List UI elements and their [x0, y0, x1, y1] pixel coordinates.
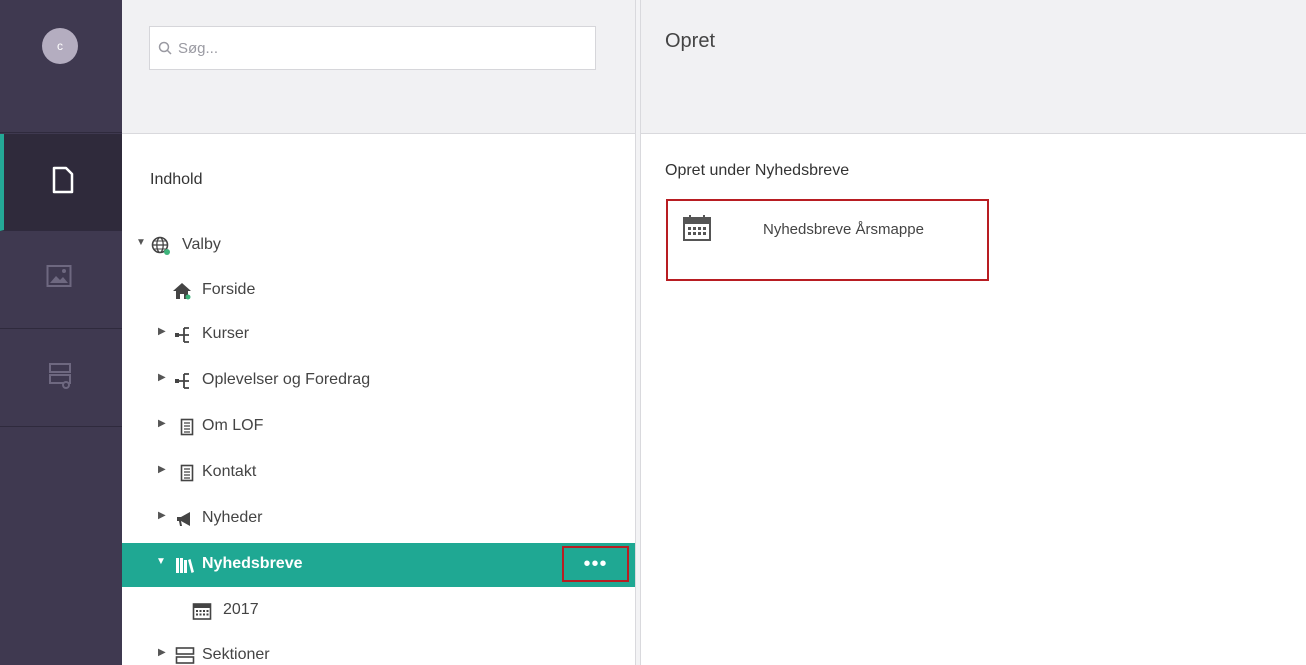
- user-zone: c: [0, 0, 122, 133]
- document-list-icon: [176, 416, 198, 438]
- tree-node-2017[interactable]: 2017: [122, 589, 635, 633]
- section-settings[interactable]: [0, 330, 122, 427]
- section-media[interactable]: [0, 232, 122, 329]
- books-icon: [174, 554, 196, 576]
- document-icon: [52, 166, 74, 194]
- caret-right-icon[interactable]: ▶: [158, 326, 166, 337]
- doctype-label: Nyhedsbreve Årsmappe: [763, 221, 924, 238]
- caret-right-icon[interactable]: ▶: [158, 372, 166, 383]
- tree-node-label: Forside: [202, 281, 256, 298]
- tree-node-label: Kurser: [202, 325, 250, 342]
- avatar[interactable]: c: [42, 28, 78, 64]
- content-tree-panel: Indhold ▼ Valby Forside ▶ Kurser ▶ Oplev…: [122, 0, 635, 665]
- app-section-rail: c: [0, 0, 122, 665]
- tree-node-label: Om LOF: [202, 417, 264, 434]
- tree-node-label: Sektioner: [202, 646, 270, 663]
- tree-node-om-lof[interactable]: ▶ Om LOF: [122, 405, 635, 449]
- server-icon: [174, 645, 196, 665]
- search-icon: [158, 41, 172, 55]
- tree-node-kurser[interactable]: ▶ Kurser: [122, 313, 635, 357]
- search-box[interactable]: [149, 26, 596, 70]
- tree-node-kontakt[interactable]: ▶ Kontakt: [122, 451, 635, 495]
- tree-node-label: 2017: [223, 601, 259, 618]
- calendar-icon: [191, 600, 213, 622]
- tree-title: Indhold: [150, 171, 203, 188]
- calendar-icon: [682, 213, 712, 248]
- server-settings-icon: [49, 363, 71, 389]
- section-content[interactable]: [0, 134, 122, 231]
- tree-node-label: Oplevelser og Foredrag: [202, 371, 371, 388]
- tree-node-valby[interactable]: ▼ Valby: [122, 224, 635, 268]
- tree-node-label: Valby: [182, 236, 221, 253]
- page-title: Opret: [665, 30, 716, 52]
- create-panel: Opret Opret under Nyhedsbreve Nyhedsbrev…: [641, 0, 1306, 665]
- caret-down-icon[interactable]: ▼: [136, 237, 146, 248]
- home-icon: [171, 280, 193, 302]
- caret-right-icon[interactable]: ▶: [158, 418, 166, 429]
- tree-node-nyhedsbreve[interactable]: ▼ Nyhedsbreve •••: [122, 543, 635, 587]
- sitemap-icon: [174, 324, 196, 346]
- sitemap-icon: [174, 370, 196, 392]
- megaphone-icon: [174, 508, 196, 530]
- tree-header: [122, 0, 635, 134]
- tree-node-oplevelser[interactable]: ▶ Oplevelser og Foredrag: [122, 359, 635, 403]
- tree-node-forside[interactable]: Forside: [122, 269, 635, 313]
- search-input[interactable]: [178, 39, 558, 57]
- caret-down-icon[interactable]: ▼: [156, 556, 166, 567]
- caret-right-icon[interactable]: ▶: [158, 647, 166, 658]
- create-under-heading: Opret under Nyhedsbreve: [665, 162, 850, 179]
- tree-node-label: Nyhedsbreve: [202, 555, 303, 572]
- caret-right-icon[interactable]: ▶: [158, 510, 166, 521]
- node-actions-button[interactable]: •••: [562, 546, 629, 582]
- tree-node-sektioner[interactable]: ▶ Sektioner: [122, 634, 635, 665]
- tree-node-label: Nyheder: [202, 509, 263, 526]
- document-list-icon: [176, 462, 198, 484]
- tree-node-label: Kontakt: [202, 463, 257, 480]
- create-header: Opret: [641, 0, 1306, 134]
- globe-icon: [150, 235, 172, 257]
- doctype-option-arsmappe[interactable]: Nyhedsbreve Årsmappe: [666, 199, 989, 281]
- image-icon: [46, 265, 72, 287]
- caret-right-icon[interactable]: ▶: [158, 464, 166, 475]
- tree-node-nyheder[interactable]: ▶ Nyheder: [122, 497, 635, 541]
